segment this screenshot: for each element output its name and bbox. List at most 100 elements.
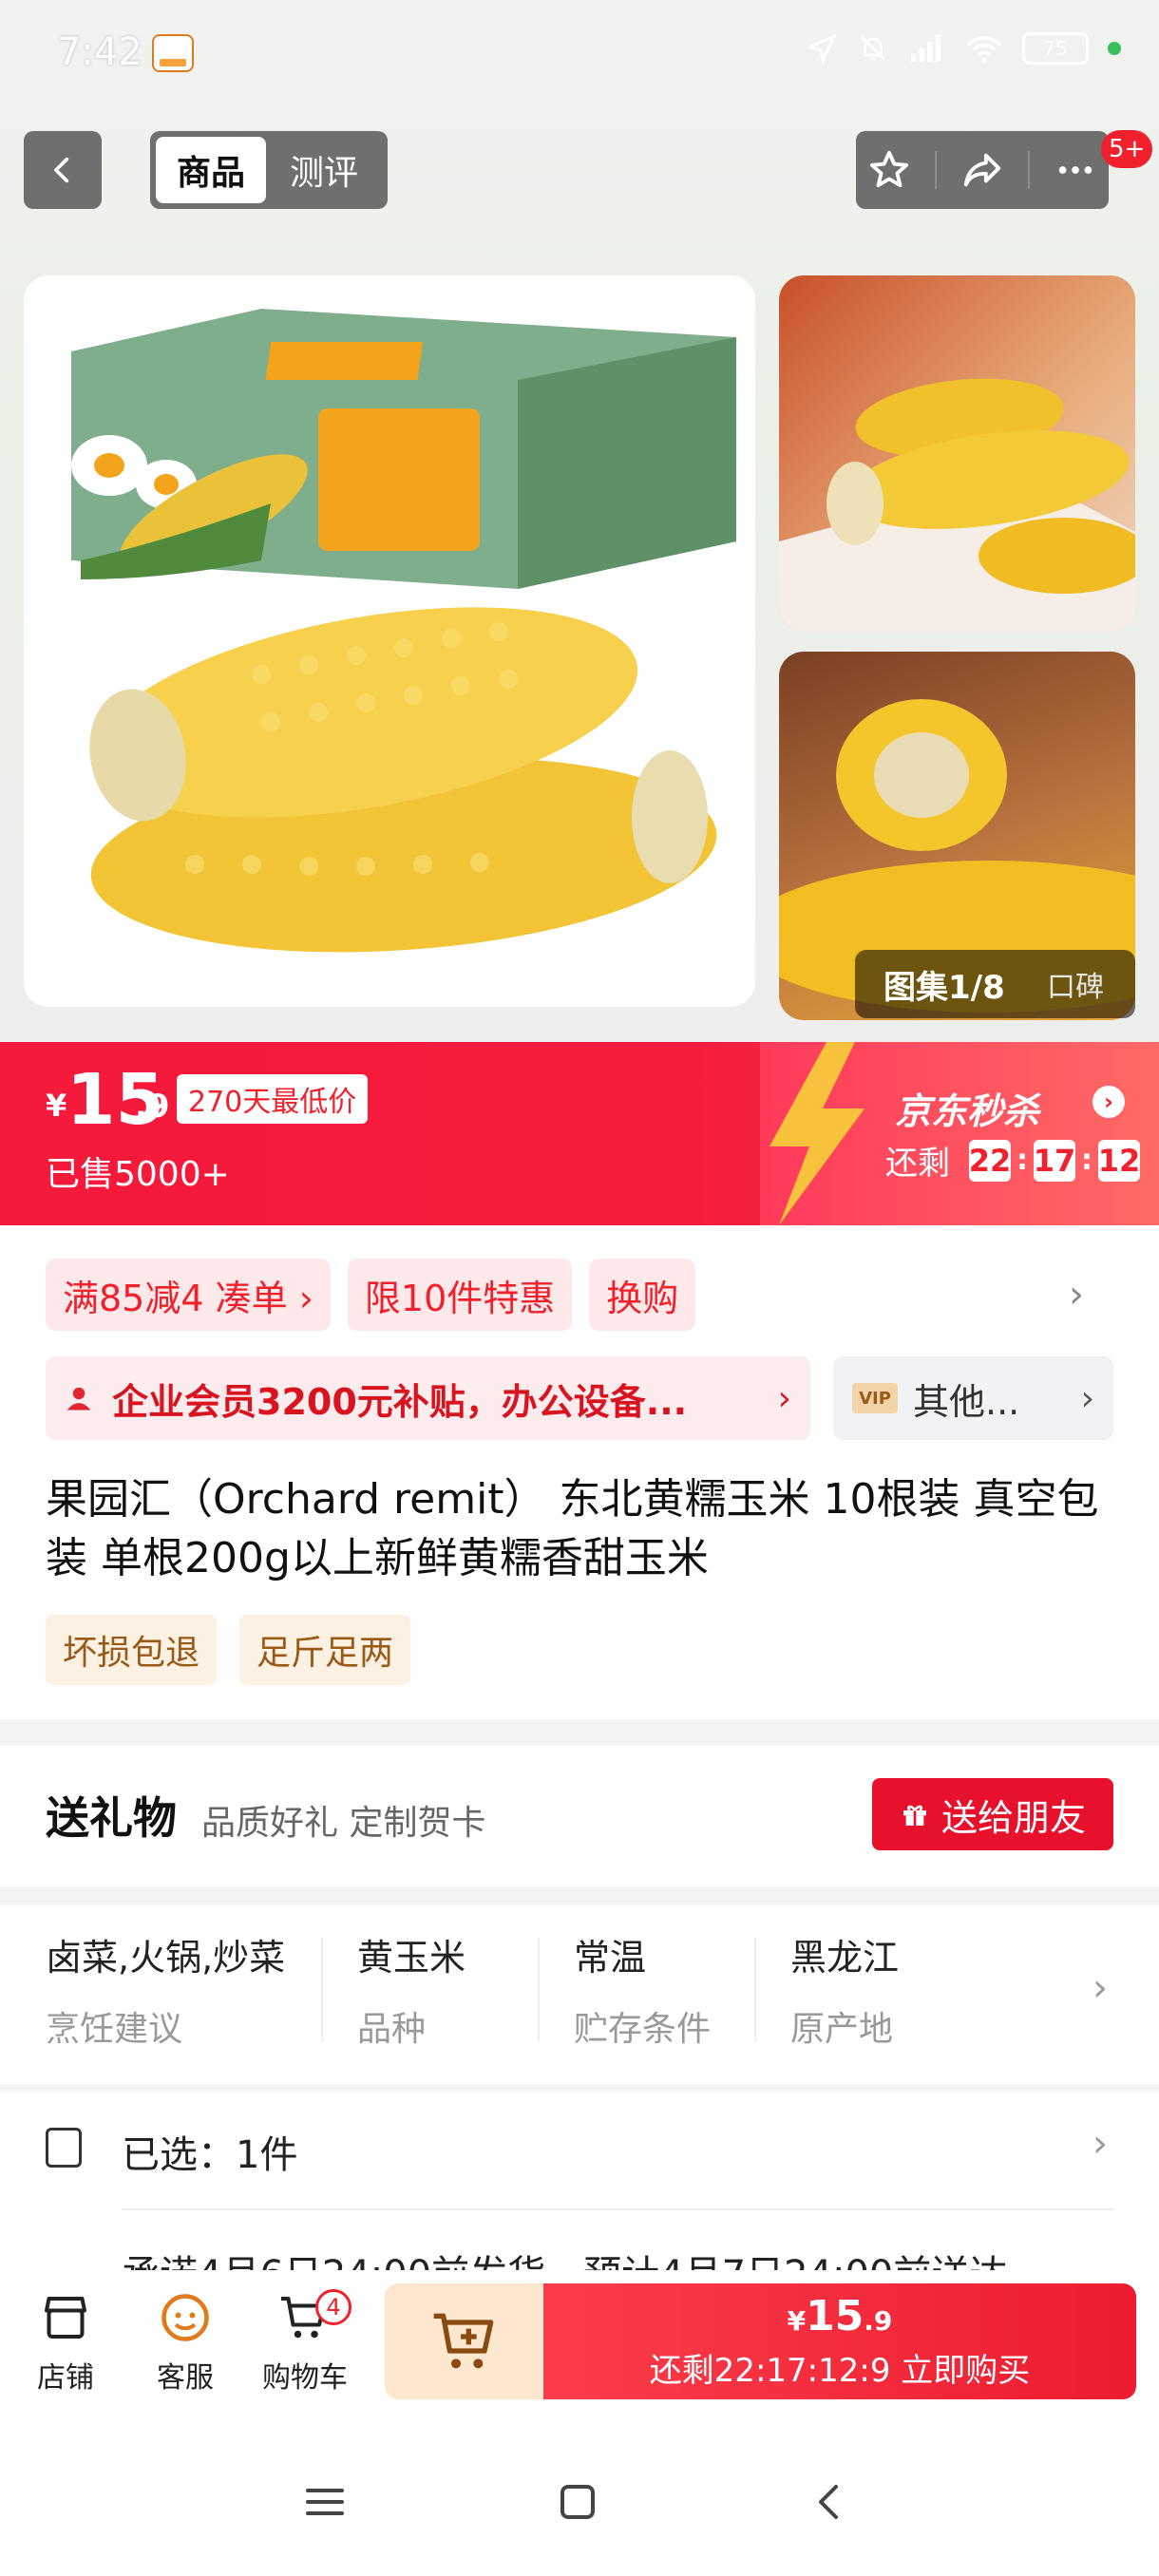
message-badge: 5+ xyxy=(1101,130,1153,168)
chevron-left-icon xyxy=(54,157,69,183)
promo-tag-exchange[interactable]: 换购 xyxy=(589,1259,696,1331)
chevron-right-icon: › xyxy=(1080,1378,1094,1418)
back-nav-icon[interactable] xyxy=(808,2479,853,2525)
gallery-counter-label: 图集1/8 xyxy=(884,968,1005,1007)
price-banner: ¥ 15 .9 270天最低价 已售5000+ 京东秒杀 › 还剩 22 : 1… xyxy=(0,1042,1159,1225)
promotion-tags: 满85减4 凑单 › 限10件特惠 换购 xyxy=(46,1259,696,1331)
store-button[interactable]: 店铺 xyxy=(13,2289,118,2396)
countdown-seconds: 12 xyxy=(1098,1139,1140,1182)
corn-box-illustration xyxy=(71,309,736,953)
add-to-cart-icon xyxy=(433,2313,494,2369)
sold-count: 已售5000+ xyxy=(46,1155,230,1194)
tab-product[interactable]: 商品 xyxy=(156,137,266,203)
nav-separator xyxy=(935,151,938,189)
mute-bell-icon xyxy=(861,36,885,61)
selection-icon xyxy=(46,2128,82,2168)
price-decimal: .9 xyxy=(135,1088,170,1126)
promo-tag-limited[interactable]: 限10件特惠 xyxy=(347,1259,573,1331)
home-square-icon[interactable] xyxy=(555,2479,600,2525)
selection-chevron-right-icon[interactable]: › xyxy=(1092,2122,1108,2166)
wifi-icon xyxy=(966,35,1002,64)
countdown-label: 还剩 xyxy=(885,1145,950,1183)
countdown-colon: : xyxy=(1081,1144,1092,1177)
gallery-counter[interactable]: 图集1/8 口碑 xyxy=(855,950,1135,1018)
price-currency: ¥ xyxy=(46,1088,67,1124)
signal-icon xyxy=(911,34,941,63)
promotions-more-chevron-icon[interactable]: › xyxy=(1069,1273,1084,1316)
attribute-value: 卤菜,火锅,炒菜 xyxy=(46,1937,286,1979)
vip-text: 其他... xyxy=(913,1380,1020,1423)
send-gift-button[interactable]: 送给朋友 xyxy=(872,1778,1113,1850)
countdown-colon: : xyxy=(1016,1144,1028,1177)
gift-icon xyxy=(902,1805,926,1826)
buy-price: ¥15.9 xyxy=(788,2292,893,2340)
nav-actions xyxy=(856,131,1109,209)
countdown-minutes: 17 xyxy=(1034,1139,1075,1182)
attribute-cooking: 卤菜,火锅,炒菜 烹饪建议 xyxy=(46,1928,285,2051)
selected-quantity[interactable]: 已选：1件 xyxy=(122,2124,297,2179)
attributes-chevron-right-icon[interactable]: › xyxy=(1092,1966,1108,2010)
service-tag[interactable]: 坏损包退 xyxy=(46,1615,218,1685)
flash-countdown: 还剩 22 : 17 : 12 xyxy=(885,1137,1140,1184)
customer-service-icon xyxy=(162,2294,209,2341)
flash-sale-title[interactable]: 京东秒杀 xyxy=(895,1082,1039,1134)
service-tags: 坏损包退 足斤足两 xyxy=(46,1615,411,1685)
selection-divider xyxy=(122,2208,1114,2210)
location-icon xyxy=(806,33,837,65)
tab-review[interactable]: 测评 xyxy=(266,145,382,195)
chevron-right-icon[interactable]: › xyxy=(1092,1086,1125,1118)
buy-price-decimal: .9 xyxy=(864,2305,893,2337)
member-subsidy-banner[interactable]: 企业会员3200元补贴，办公设备... › xyxy=(46,1356,810,1440)
product-thumbnail[interactable] xyxy=(779,275,1135,632)
buy-now-button[interactable]: ¥15.9 还剩22:17:12:9 立即购买 xyxy=(543,2283,1136,2399)
menu-icon[interactable] xyxy=(302,2479,348,2525)
share-icon[interactable] xyxy=(960,148,1004,192)
attribute-value: 黄玉米 xyxy=(357,1937,466,1979)
promo-tag-discount[interactable]: 满85减4 凑单 › xyxy=(46,1259,331,1331)
nav-separator xyxy=(1027,151,1030,189)
back-button[interactable] xyxy=(24,131,102,209)
customer-service-button[interactable]: 客服 xyxy=(133,2289,238,2396)
chevron-right-icon: › xyxy=(777,1378,791,1418)
app-notification-icon xyxy=(152,34,194,72)
main-product-image[interactable] xyxy=(24,275,755,1007)
status-icons: 75 xyxy=(806,32,1121,65)
lowest-price-tag: 270天最低价 xyxy=(177,1074,369,1124)
attribute-storage: 常温 贮存条件 xyxy=(574,1928,711,2051)
cart-count-badge: 4 xyxy=(315,2289,352,2325)
star-icon[interactable] xyxy=(867,148,911,192)
privacy-indicator-dot xyxy=(1108,42,1121,55)
attribute-label: 品种 xyxy=(357,2010,427,2049)
page-tabs: 商品 测评 xyxy=(150,131,388,209)
gift-title: 送礼物 xyxy=(46,1792,177,1844)
attribute-label: 烹饪建议 xyxy=(46,2010,183,2049)
add-to-cart-button[interactable] xyxy=(385,2283,546,2399)
cart-label: 购物车 xyxy=(262,2361,348,2395)
attribute-divider xyxy=(321,1938,323,2042)
product-title: 果园汇（Orchard remit） 东北黄糯玉米 10根装 真空包装 单根20… xyxy=(46,1475,1099,1582)
attribute-value: 常温 xyxy=(574,1937,647,1979)
attribute-divider xyxy=(538,1938,540,2042)
store-icon xyxy=(45,2297,86,2339)
attribute-label: 原产地 xyxy=(790,2010,894,2049)
send-gift-label: 送给朋友 xyxy=(940,1796,1086,1839)
customer-service-label: 客服 xyxy=(157,2361,214,2395)
store-label: 店铺 xyxy=(37,2361,94,2395)
battery-indicator: 75 xyxy=(1022,32,1089,65)
vip-badge: VIP xyxy=(852,1383,898,1413)
attribute-value: 黑龙江 xyxy=(790,1937,900,1979)
status-bar: 7:42 75 xyxy=(0,0,1159,110)
gift-subtitle: 品质好礼 定制贺卡 xyxy=(201,1804,486,1843)
attribute-origin: 黑龙江 原产地 xyxy=(790,1928,899,2051)
vip-banner[interactable]: VIP 其他... › xyxy=(833,1356,1113,1440)
reviews-link[interactable]: 口碑 xyxy=(1026,963,1104,1005)
corn-plate-illustration xyxy=(779,378,1135,632)
gallery-area: 7:42 75 商品 测评 5+ 图集1/8 口碑 xyxy=(0,0,1159,1042)
service-tag[interactable]: 足斤足两 xyxy=(239,1615,411,1685)
buy-now-label: 还剩22:17:12:9 立即购买 xyxy=(649,2352,1031,2390)
member-subsidy-text: 企业会员3200元补贴，办公设备... xyxy=(112,1380,688,1423)
more-icon[interactable] xyxy=(1054,148,1097,192)
countdown-hours: 22 xyxy=(969,1139,1011,1182)
attribute-label: 贮存条件 xyxy=(574,2010,712,2049)
buy-price-integer: 15 xyxy=(806,2292,864,2340)
